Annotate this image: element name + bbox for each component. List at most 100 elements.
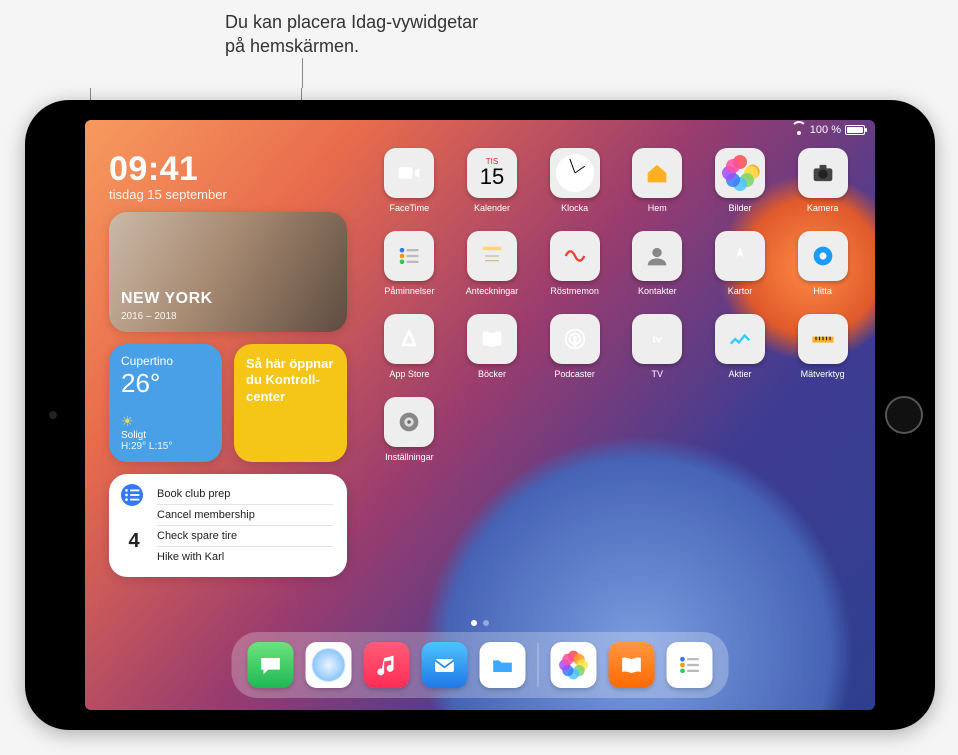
find-my-icon (798, 231, 848, 281)
app-label: App Store (377, 369, 441, 379)
weather-high-low: H:29° L:15° (121, 441, 210, 452)
app-measure[interactable]: Mätverktyg (791, 314, 855, 379)
app-contacts[interactable]: Kontakter (625, 231, 689, 296)
app-label: Anteckningar (460, 286, 524, 296)
app-label: Kartor (708, 286, 772, 296)
reminder-item[interactable]: Check spare tire (157, 526, 333, 547)
calendar-date-num: 15 (480, 166, 504, 188)
app-app-store[interactable]: App Store (377, 314, 441, 379)
today-view-widgets: NEW YORK 2016 – 2018 Cupertino 26° ☀ Sol… (109, 212, 347, 577)
tip-text: Så här öppnar du Kontroll­center (246, 356, 335, 405)
app-facetime[interactable]: FaceTime (377, 148, 441, 213)
app-label: Aktier (708, 369, 772, 379)
app-label: Inställningar (377, 452, 441, 462)
facetime-icon (384, 148, 434, 198)
tv-icon: tv (632, 314, 682, 364)
battery-icon (845, 125, 865, 135)
status-bar: 100 % (792, 124, 865, 136)
app-label: Podcaster (543, 369, 607, 379)
callout-caption: Du kan placera Idag-vywidgetar på hemskä… (225, 10, 478, 59)
weather-city: Cupertino (121, 354, 210, 368)
app-tv[interactable]: tv TV (625, 314, 689, 379)
app-label: Kontakter (625, 286, 689, 296)
dock-separator (538, 643, 539, 687)
app-podcasts[interactable]: Podcaster (543, 314, 607, 379)
tips-widget[interactable]: Så här öppnar du Kontroll­center (234, 344, 347, 462)
caption-line-2: på hemskärmen. (225, 36, 359, 56)
reminders-icon (384, 231, 434, 281)
app-grid: FaceTime TIS 15 Kalender Klocka (375, 148, 857, 462)
page-dot-active (471, 620, 477, 626)
reminders-list-icon (121, 484, 143, 506)
app-label: Påminnelser (377, 286, 441, 296)
dock-app-mail[interactable] (422, 642, 468, 688)
photo-location: NEW YORK (121, 290, 213, 308)
stocks-icon (715, 314, 765, 364)
app-label: Böcker (460, 369, 524, 379)
dock-app-safari[interactable] (306, 642, 352, 688)
weather-condition: Soligt (121, 430, 210, 441)
weather-widget[interactable]: Cupertino 26° ☀ Soligt H:29° L:15° (109, 344, 222, 462)
app-label: TV (625, 369, 689, 379)
calendar-icon: TIS 15 (467, 148, 517, 198)
reminders-widget[interactable]: 4 Book club prep Cancel membership Check… (109, 474, 347, 577)
time-label: 09:41 (109, 150, 227, 189)
app-store-icon (384, 314, 434, 364)
app-calendar[interactable]: TIS 15 Kalender (460, 148, 524, 213)
clock-widget: 09:41 tisdag 15 september (109, 150, 227, 202)
reminders-list: Book club prep Cancel membership Check s… (157, 484, 333, 567)
home-screen[interactable]: 100 % 09:41 tisdag 15 september NEW YORK… (85, 120, 875, 710)
caption-line-1: Du kan placera Idag-vywidgetar (225, 12, 478, 32)
books-icon (467, 314, 517, 364)
maps-icon (715, 231, 765, 281)
camera-icon (798, 148, 848, 198)
app-reminders[interactable]: Påminnelser (377, 231, 441, 296)
app-label: Hem (625, 203, 689, 213)
dock-recent-reminders[interactable] (667, 642, 713, 688)
app-label: Röstmemon (543, 286, 607, 296)
page-dot (483, 620, 489, 626)
app-camera[interactable]: Kamera (791, 148, 855, 213)
app-label: Kamera (791, 203, 855, 213)
date-label: tisdag 15 september (109, 187, 227, 202)
app-label: Mätverktyg (791, 369, 855, 379)
app-label: Bilder (708, 203, 772, 213)
dock-recent-books[interactable] (609, 642, 655, 688)
page-indicator[interactable] (471, 620, 489, 626)
reminder-item[interactable]: Cancel membership (157, 505, 333, 526)
callout-connector (302, 58, 303, 88)
home-button[interactable] (885, 396, 923, 434)
app-settings[interactable]: Inställningar (377, 397, 441, 462)
wifi-icon (792, 125, 806, 135)
reminders-count: 4 (121, 530, 147, 553)
svg-text:tv: tv (653, 334, 662, 346)
dock-recent-photos[interactable] (551, 642, 597, 688)
settings-icon (384, 397, 434, 447)
app-notes[interactable]: Anteckningar (460, 231, 524, 296)
app-books[interactable]: Böcker (460, 314, 524, 379)
photos-widget[interactable]: NEW YORK 2016 – 2018 (109, 212, 347, 332)
reminder-item[interactable]: Book club prep (157, 484, 333, 505)
app-find-my[interactable]: Hitta (791, 231, 855, 296)
app-label: Klocka (543, 203, 607, 213)
contacts-icon (632, 231, 682, 281)
sun-icon: ☀ (121, 413, 134, 429)
photos-icon (715, 148, 765, 198)
notes-icon (467, 231, 517, 281)
weather-temp: 26° (121, 368, 210, 399)
app-home[interactable]: Hem (625, 148, 689, 213)
dock-app-music[interactable] (364, 642, 410, 688)
home-icon (632, 148, 682, 198)
app-voice-memos[interactable]: Röstmemon (543, 231, 607, 296)
app-label: Hitta (791, 286, 855, 296)
dock-app-messages[interactable] (248, 642, 294, 688)
app-photos[interactable]: Bilder (708, 148, 772, 213)
reminder-item[interactable]: Hike with Karl (157, 547, 333, 567)
photo-date-range: 2016 – 2018 (121, 311, 177, 322)
app-clock[interactable]: Klocka (543, 148, 607, 213)
dock (232, 632, 729, 698)
app-stocks[interactable]: Aktier (708, 314, 772, 379)
battery-percent: 100 % (810, 124, 841, 136)
app-maps[interactable]: Kartor (708, 231, 772, 296)
dock-app-files[interactable] (480, 642, 526, 688)
